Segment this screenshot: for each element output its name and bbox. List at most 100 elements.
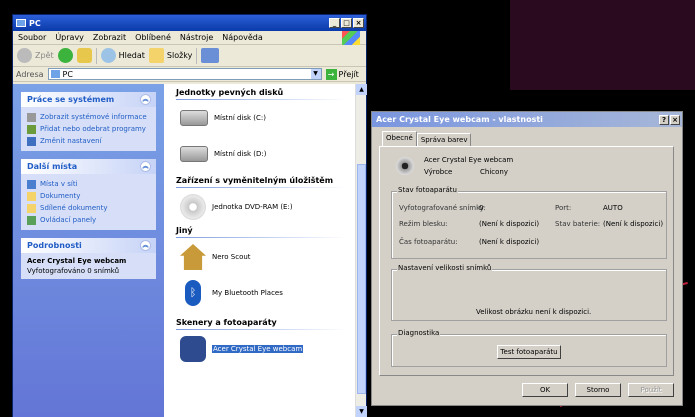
collapse-icon[interactable]: ︽ — [140, 94, 151, 105]
dialog-tabs: Obecné Správa barev — [382, 131, 472, 146]
photos-value: 0 — [479, 204, 484, 212]
test-camera-button[interactable]: Test fotoaparátu — [497, 345, 561, 359]
back-arrow-icon — [17, 48, 32, 63]
cancel-button[interactable]: Storno — [575, 383, 621, 397]
image-size-group: Nastavení velikosti snímků Velikost obrá… — [391, 264, 667, 321]
menu-file[interactable]: Soubor — [18, 33, 46, 42]
minimize-button[interactable]: _ — [329, 18, 340, 28]
up-folder-icon[interactable] — [76, 48, 92, 63]
scroll-up-icon[interactable]: ▲ — [356, 84, 367, 95]
toolbar: Zpět Hledat Složky — [13, 45, 366, 67]
group-hard-disks: Jednotky pevných disků — [176, 88, 355, 100]
properties-dialog: Acer Crystal Eye webcam - vlastnosti ? ×… — [371, 111, 683, 406]
collapse-icon[interactable]: ︽ — [140, 240, 151, 251]
place-documents[interactable]: Dokumenty — [27, 190, 150, 202]
dialog-titlebar[interactable]: Acer Crystal Eye webcam - vlastnosti ? × — [372, 112, 682, 127]
explorer-window: PC _ □ × Soubor Úpravy Zobrazit Oblíbené… — [12, 14, 367, 417]
camera-status-group: Stav fotoaparátu Vyfotografované snímky:… — [391, 186, 667, 259]
ok-button[interactable]: OK — [522, 383, 568, 397]
panel-header[interactable]: Práce se systémem ︽ — [21, 92, 156, 107]
battery-label: Stav baterie: — [555, 220, 601, 228]
wallpaper-accent — [510, 0, 695, 90]
scrollbar-thumb[interactable] — [357, 164, 366, 394]
port-label: Port: — [555, 204, 572, 212]
help-button[interactable]: ? — [659, 114, 669, 125]
drive-c[interactable]: Místní disk (C:) — [180, 110, 355, 126]
vendor-value: Chicony — [480, 168, 508, 176]
group-scanners-cameras: Skenery a fotoaparáty — [176, 318, 355, 330]
photos-label: Vyfotografované snímky: — [399, 204, 486, 212]
vendor-label: Výrobce — [424, 168, 453, 176]
file-list: Jednotky pevných disků Místní disk (C:) … — [164, 84, 367, 417]
address-input[interactable]: PC ▼ — [47, 68, 322, 80]
group-other: Jiný — [176, 226, 355, 238]
window-title: PC — [29, 18, 41, 28]
panel-header[interactable]: Podrobnosti ︽ — [21, 238, 156, 253]
close-button[interactable]: × — [353, 18, 364, 28]
nero-scout[interactable]: Nero Scout — [180, 244, 355, 270]
bluetooth-places[interactable]: ᛒ My Bluetooth Places — [180, 280, 355, 306]
address-bar: Adresa PC ▼ → Přejít — [13, 67, 366, 82]
info-icon — [27, 112, 36, 122]
menu-favorites[interactable]: Oblíbené — [135, 33, 171, 42]
settings-icon — [27, 136, 36, 146]
size-message: Velikost obrázku není k dispozici. — [476, 308, 592, 316]
tab-general[interactable]: Obecné — [382, 131, 417, 146]
explorer-titlebar[interactable]: PC _ □ × — [13, 15, 366, 31]
vertical-scrollbar[interactable]: ▲ ▼ — [355, 84, 367, 417]
scroll-down-icon[interactable]: ▼ — [356, 406, 367, 417]
webcam-icon — [396, 157, 414, 175]
toolbar-separator — [95, 47, 97, 64]
folder-icon — [27, 191, 36, 201]
maximize-button[interactable]: □ — [341, 18, 352, 28]
other-places-panel: Další místa ︽ Místa v síti Dokumenty Sdí… — [21, 159, 156, 230]
place-control-panel[interactable]: Ovládací panely — [27, 214, 150, 226]
panel-header[interactable]: Další místa ︽ — [21, 159, 156, 174]
dialog-close-button[interactable]: × — [670, 114, 680, 125]
menu-edit[interactable]: Úpravy — [55, 33, 84, 42]
forward-button[interactable] — [57, 48, 73, 63]
diagnostics-group: Diagnostika Test fotoaparátu — [391, 329, 667, 367]
dvd-drive-icon — [180, 194, 206, 220]
group-removable: Zařízení s vyměnitelným úložištěm — [176, 176, 355, 188]
hard-disk-icon — [180, 110, 208, 126]
task-add-remove-programs[interactable]: Přidat nebo odebrat programy — [27, 123, 150, 135]
menubar: Soubor Úpravy Zobrazit Oblíbené Nástroje… — [13, 31, 366, 45]
drive-d[interactable]: Místní disk (D:) — [180, 146, 355, 162]
folders-button[interactable]: Složky — [148, 48, 192, 63]
folder-icon — [148, 48, 164, 63]
time-label: Čas fotoaparátu: — [399, 238, 458, 246]
go-button[interactable]: → Přejít — [325, 68, 359, 80]
dialog-title: Acer Crystal Eye webcam - vlastnosti — [376, 115, 543, 124]
go-arrow-icon: → — [325, 68, 337, 80]
windows-logo-icon — [342, 31, 360, 45]
programs-icon — [27, 124, 36, 134]
webcam-item[interactable]: Acer Crystal Eye webcam — [180, 336, 355, 362]
flash-value: (Není k dispozici) — [479, 220, 540, 228]
bluetooth-icon: ᛒ — [185, 280, 201, 306]
drive-e[interactable]: Jednotka DVD-RAM (E:) — [180, 194, 355, 220]
address-label: Adresa — [16, 69, 44, 79]
task-system-info[interactable]: Zobrazit systémové informace — [27, 111, 150, 123]
menu-tools[interactable]: Nástroje — [180, 33, 213, 42]
apply-button[interactable]: Použít — [628, 383, 674, 397]
place-shared-documents[interactable]: Sdílené dokumenty — [27, 202, 150, 214]
computer-icon — [50, 70, 60, 78]
collapse-icon[interactable]: ︽ — [140, 161, 151, 172]
task-change-settings[interactable]: Změnit nastavení — [27, 135, 150, 147]
menu-help[interactable]: Nápověda — [222, 33, 263, 42]
chevron-down-icon[interactable]: ▼ — [310, 69, 321, 79]
views-icon[interactable] — [201, 48, 220, 63]
back-button[interactable]: Zpět — [17, 48, 54, 63]
details-text: Vyfotografováno 0 snímků — [27, 267, 120, 275]
nero-scout-icon — [180, 244, 206, 270]
tab-color-management[interactable]: Správa barev — [416, 133, 472, 146]
system-tasks-panel: Práce se systémem ︽ Zobrazit systémové i… — [21, 92, 156, 151]
search-button[interactable]: Hledat — [100, 48, 145, 63]
port-value: AUTO — [603, 204, 623, 212]
menu-view[interactable]: Zobrazit — [93, 33, 126, 42]
hard-disk-icon — [180, 146, 208, 162]
network-icon — [27, 179, 36, 189]
place-network[interactable]: Místa v síti — [27, 178, 150, 190]
explorer-content: Práce se systémem ︽ Zobrazit systémové i… — [13, 84, 367, 417]
